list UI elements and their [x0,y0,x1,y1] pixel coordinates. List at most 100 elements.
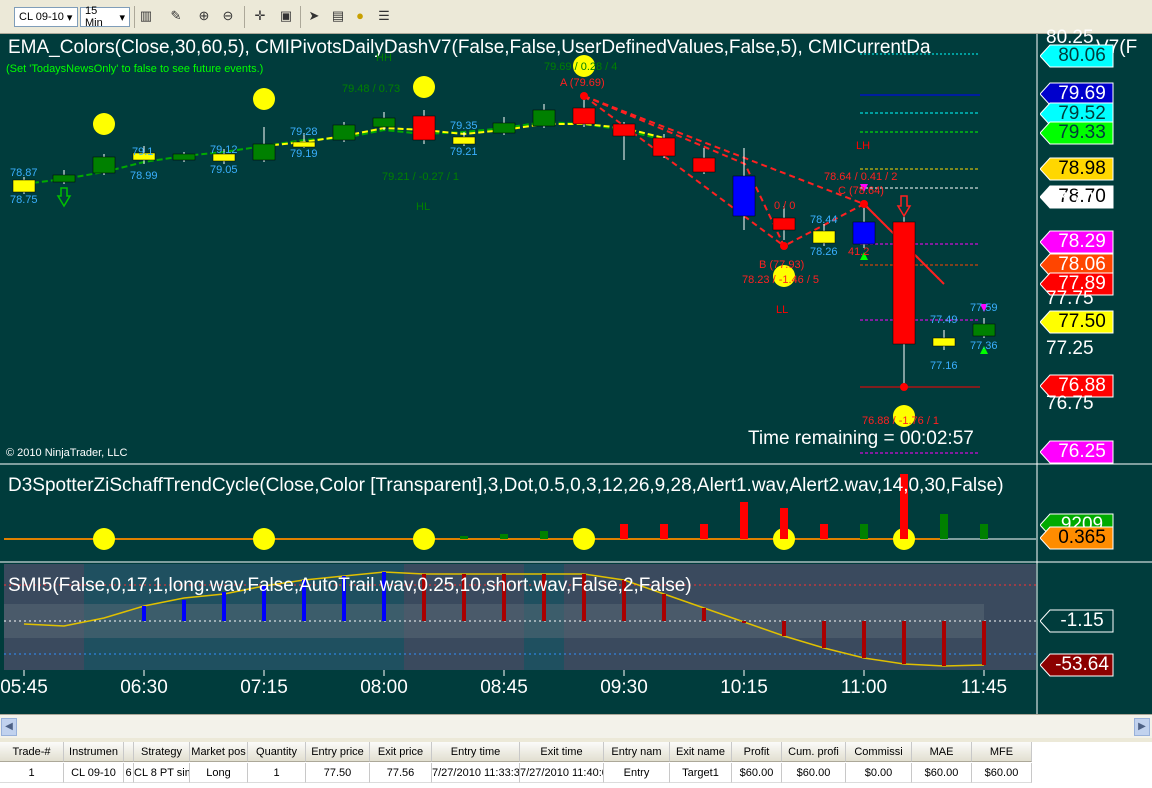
schaff-bar [700,524,708,539]
column-header[interactable]: Instrumen [64,742,124,762]
bar-value-label: 79.19 [290,148,318,160]
column-header[interactable]: Exit price [370,742,432,762]
schaff-bar [780,508,788,539]
strategy-icon[interactable]: ➤ [306,8,322,24]
column-header[interactable]: Quantity [248,742,306,762]
candle-body [892,221,916,345]
price-marker-tag: 78.29 [1040,230,1114,254]
column-header[interactable]: Entry time [432,742,520,762]
schaff-bar [620,524,628,539]
column-header[interactable]: MAE [912,742,972,762]
price-marker-value: 78.98 [1058,158,1106,179]
column-header[interactable]: Strategy [134,742,190,762]
price-marker-tag: 78.98 [1040,157,1114,181]
chart-area[interactable]: EMA_Colors(Close,30,60,5), CMIPivotsDail… [0,27,1152,714]
chart-canvas[interactable] [0,34,1152,714]
schaff-indicator-title: D3SpotterZiSchaffTrendCycle(Close,Color … [8,475,1004,496]
candle-body [292,141,316,148]
crosshair-icon[interactable]: ✛ [252,8,268,24]
smi-bar [782,621,786,636]
schaff-signal-dot [573,528,595,550]
schaff-bar [860,524,868,539]
list-icon[interactable]: ☰ [376,8,392,24]
toolbar-divider [300,6,301,28]
data-box-icon[interactable]: ▤ [330,8,346,24]
pivot-a-label: A (79.69) [560,77,605,89]
candle-body [972,323,996,337]
c-info-label: 78.64 / 0.41 / 2 [824,171,898,183]
interval-select[interactable]: 15 Min ▾ [80,5,130,29]
price-marker-value: -53.64 [1055,654,1109,675]
column-header[interactable]: MFE [972,742,1032,762]
money-icon[interactable]: ● [352,8,368,24]
price-marker-value: 0.365 [1058,527,1106,548]
price-axis-top-tick: 80.25 [1046,27,1094,48]
table-cell: 77.50 [306,763,370,783]
bar-value-label: 79.35 [450,120,478,132]
trades-grid[interactable]: Trade-# Instrumen Strategy Market pos Quanti… [0,742,1152,788]
schaff-bar [460,536,468,539]
table-cell: CL 8 PT sim [134,763,190,783]
column-header[interactable]: Cum. profi [782,742,846,762]
ll-info-label: 76.88 / -1.76 / 1 [862,415,940,427]
price-axis-tick: 77.25 [1046,338,1094,359]
table-cell: $60.00 [782,763,846,783]
smi-bar [182,600,186,621]
smi-bar [742,621,746,623]
schaff-bar [500,534,508,539]
smi-bar [702,608,706,621]
scroll-left-button[interactable]: ◀ [1,718,17,736]
table-cell: 6 [124,763,134,783]
properties-icon[interactable]: ▣ [278,8,294,24]
candle-body [532,109,556,127]
instrument-select[interactable]: CL 09-10 ▾ [14,7,78,27]
toolbar-divider [134,6,135,28]
column-header[interactable]: Profit [732,742,782,762]
chart-toolbar: CL 09-10 ▾ 15 Min ▾ ▥ ✎ ⊕ ⊖ ✛ ▣ ➤ ▤ ● ☰ [0,0,1152,34]
column-header[interactable]: Entry price [306,742,370,762]
candle-body [172,153,196,161]
bar-value-label: 78.26 [810,246,838,258]
scroll-right-button[interactable]: ▶ [1134,718,1150,736]
bar-value-label: 79.05 [210,164,238,176]
column-header[interactable]: Market pos [190,742,248,762]
price-marker-value: 76.25 [1058,441,1106,462]
table-cell: 7/27/2010 11:40:06 [520,763,604,783]
table-cell: $60.00 [912,763,972,783]
table-row[interactable]: 1 CL 09-10 6 CL 8 PT sim Long 1 77.50 77.56 7/27… [0,763,1152,783]
candle-body [732,175,756,217]
column-header[interactable] [124,742,134,762]
news-note: (Set 'TodaysNewsOnly' to false to see fu… [6,63,264,75]
table-cell: 1 [0,763,64,783]
horizontal-scrollbar[interactable]: ◀ ▶ [0,714,1152,738]
column-header[interactable]: Exit time [520,742,604,762]
column-header[interactable]: Exit name [670,742,732,762]
schaff-bar [940,514,948,539]
candle-body [412,115,436,141]
bar-style-icon[interactable]: ▥ [138,8,154,24]
price-indicator-title: EMA_Colors(Close,30,60,5), CMIPivotsDail… [8,37,931,59]
price-marker-value: 78.29 [1058,231,1106,252]
candle-body [852,221,876,245]
zoom-out-icon[interactable]: ⊖ [220,8,236,24]
hh-label: HH [376,52,392,64]
smi-bar [942,621,946,666]
price-axis-tick: 77.75 [1046,288,1094,309]
candle-body [92,156,116,174]
pivot-c-label: C (78.64) [838,185,884,197]
column-header[interactable]: Commissi [846,742,912,762]
bar-value-label: 79.1 [132,146,154,158]
smi-bar [662,594,666,621]
pivot-dot [900,383,908,391]
candle-body [572,107,596,125]
column-header[interactable]: Trade-# [0,742,64,762]
candle-body [492,122,516,134]
column-header[interactable]: Entry nam [604,742,670,762]
candle-body [612,123,636,137]
bar-value-label: 78.99 [130,170,158,182]
copyright: © 2010 NinjaTrader, LLC [6,447,128,459]
trades-grid-header: Trade-# Instrumen Strategy Market pos Quanti… [0,742,1152,762]
zoom-in-icon[interactable]: ⊕ [196,8,212,24]
draw-tool-icon[interactable]: ✎ [168,8,184,24]
smi-bar [142,606,146,621]
